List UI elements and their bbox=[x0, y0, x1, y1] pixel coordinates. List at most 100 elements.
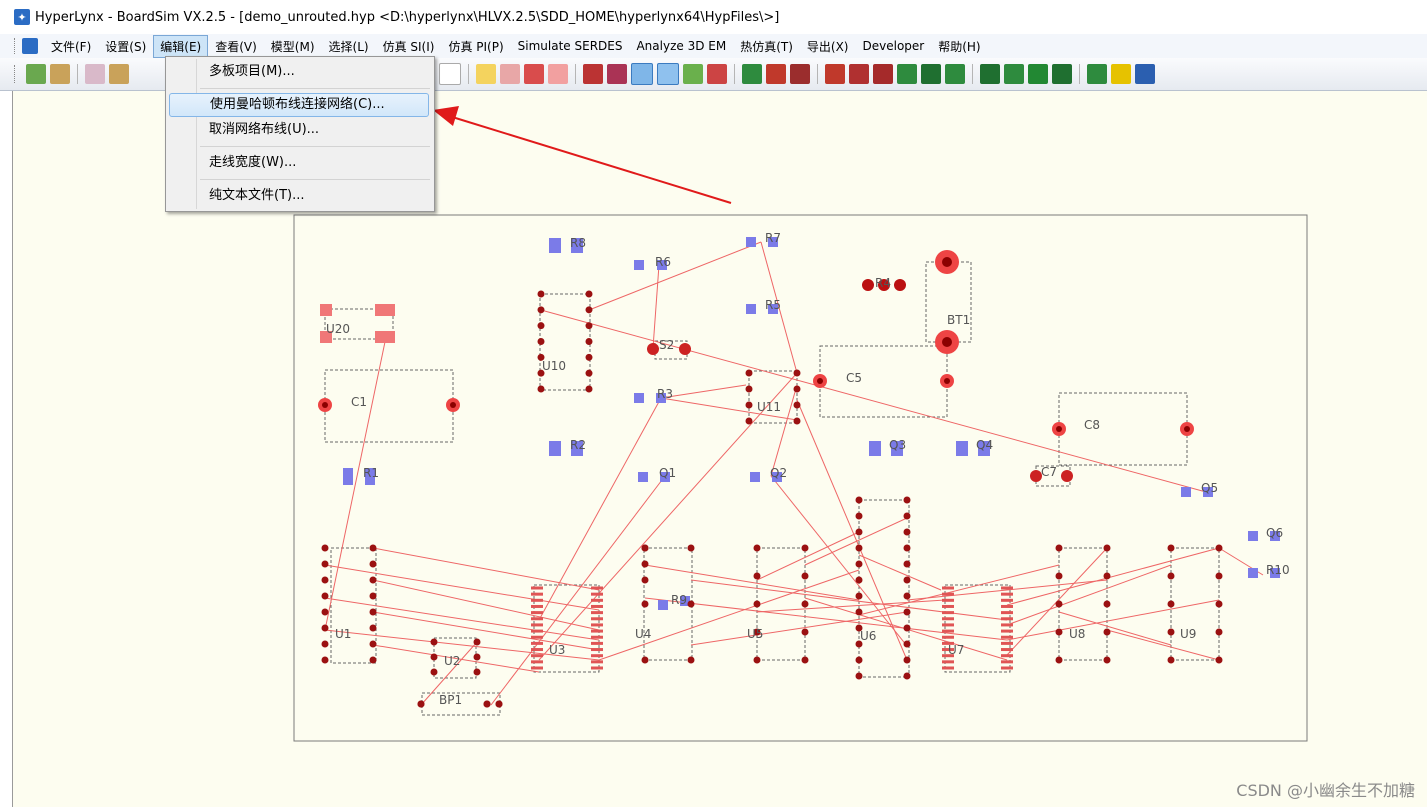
decap-icon[interactable] bbox=[849, 64, 869, 84]
channel-icon[interactable] bbox=[1004, 64, 1024, 84]
em-3d-icon[interactable] bbox=[1087, 64, 1107, 84]
label-S2: S2 bbox=[659, 338, 674, 352]
pin-pad bbox=[585, 322, 593, 330]
current-density-icon[interactable] bbox=[921, 64, 941, 84]
menu-edit[interactable]: 编辑(E) bbox=[153, 34, 209, 58]
dropdown-unroute-nets[interactable]: 取消网络布线(U)... bbox=[169, 118, 429, 142]
more-tools-icon[interactable] bbox=[1135, 64, 1155, 84]
dropdown-multiboard-project[interactable]: 多板项目(M)... bbox=[169, 60, 429, 84]
toolbar-separator bbox=[734, 64, 735, 84]
menu-select[interactable]: 选择(L) bbox=[322, 35, 376, 58]
smt-pad bbox=[942, 635, 954, 639]
menu-thermal[interactable]: 热仿真(T) bbox=[733, 35, 800, 58]
label-R6: R6 bbox=[655, 255, 671, 269]
pin-pad bbox=[855, 496, 863, 504]
smt-pad bbox=[531, 623, 543, 627]
coupling-icon[interactable] bbox=[607, 64, 627, 84]
wave-icon[interactable] bbox=[548, 64, 568, 84]
pin-pad bbox=[855, 512, 863, 520]
pin-pad bbox=[321, 560, 329, 568]
blank-page-icon[interactable] bbox=[439, 63, 461, 85]
pin-pad bbox=[745, 369, 753, 377]
ratsnest-lines bbox=[324, 241, 1264, 706]
menubar-grip[interactable] bbox=[14, 38, 18, 54]
pin-pad bbox=[321, 608, 329, 616]
folder-icon[interactable] bbox=[109, 64, 129, 84]
oscilloscope-icon[interactable] bbox=[657, 63, 679, 85]
pin-pad bbox=[903, 624, 911, 632]
document-menu-icon[interactable] bbox=[22, 38, 38, 54]
probe-net-icon[interactable] bbox=[524, 64, 544, 84]
pin-pad bbox=[855, 544, 863, 552]
smt-pad bbox=[591, 629, 603, 633]
pin-pad bbox=[1055, 544, 1063, 552]
board-wizard-icon[interactable] bbox=[683, 64, 703, 84]
menu-bar: 文件(F) 设置(S) 编辑(E) 查看(V) 模型(M) 选择(L) 仿真 S… bbox=[0, 34, 1427, 58]
pin-pad bbox=[585, 353, 593, 361]
plane-noise-icon[interactable] bbox=[873, 64, 893, 84]
pin-pad bbox=[903, 560, 911, 568]
pdn-icon[interactable] bbox=[825, 64, 845, 84]
print-icon[interactable] bbox=[85, 64, 105, 84]
dc-drop-icon[interactable] bbox=[897, 64, 917, 84]
pin-pad bbox=[903, 544, 911, 552]
sparams-icon[interactable] bbox=[1028, 64, 1048, 84]
menu-simulate-si[interactable]: 仿真 SI(I) bbox=[376, 35, 442, 58]
refdes-labels: U20 C1 U10 U11 C5 BT1 C8 C7 R8 R7 R6 R5 … bbox=[326, 231, 1290, 707]
pin-pad bbox=[1215, 572, 1223, 580]
pin-pad bbox=[745, 417, 753, 425]
menu-file[interactable]: 文件(F) bbox=[44, 35, 98, 58]
pin-pad bbox=[903, 608, 911, 616]
serdes-icon[interactable] bbox=[980, 64, 1000, 84]
pin-pad bbox=[537, 385, 545, 393]
ami-icon[interactable] bbox=[1052, 64, 1072, 84]
menu-export[interactable]: 导出(X) bbox=[800, 35, 856, 58]
pin-pad bbox=[903, 672, 911, 680]
menu-developer[interactable]: Developer bbox=[856, 36, 932, 56]
smt-pad bbox=[591, 635, 603, 639]
stackup-icon[interactable] bbox=[583, 64, 603, 84]
pin-pad bbox=[321, 640, 329, 648]
smt-pad bbox=[1001, 592, 1013, 596]
thermal-icon[interactable] bbox=[945, 64, 965, 84]
menu-analyze-3d-em[interactable]: Analyze 3D EM bbox=[629, 36, 733, 56]
menu-view[interactable]: 查看(V) bbox=[208, 35, 264, 58]
pin-pad bbox=[855, 672, 863, 680]
smt-pad bbox=[591, 617, 603, 621]
toolbar-grip[interactable] bbox=[14, 65, 18, 83]
menu-setup[interactable]: 设置(S) bbox=[98, 35, 153, 58]
menu-simulate-serdes[interactable]: Simulate SERDES bbox=[511, 36, 630, 56]
menu-models[interactable]: 模型(M) bbox=[264, 35, 322, 58]
pin-pad bbox=[753, 600, 761, 608]
pin-pad bbox=[1103, 600, 1111, 608]
menu-simulate-pi[interactable]: 仿真 PI(P) bbox=[441, 35, 510, 58]
pin-pad bbox=[903, 496, 911, 504]
open-board-icon[interactable] bbox=[26, 64, 46, 84]
report-icon[interactable] bbox=[790, 64, 810, 84]
pin-pad bbox=[369, 560, 377, 568]
pin-pad bbox=[1103, 628, 1111, 636]
dropdown-trace-width[interactable]: 走线宽度(W)... bbox=[169, 151, 429, 175]
capacitor-pads bbox=[318, 250, 1194, 482]
eye-diagram-icon[interactable] bbox=[766, 64, 786, 84]
crosstalk-icon[interactable] bbox=[707, 64, 727, 84]
waveform-net-icon[interactable] bbox=[500, 64, 520, 84]
smt-pad bbox=[942, 598, 954, 602]
batch-sim-icon[interactable] bbox=[742, 64, 762, 84]
pin-pad bbox=[369, 544, 377, 552]
pin-pad bbox=[585, 338, 593, 345]
label-U20: U20 bbox=[326, 322, 350, 336]
dropdown-manhattan-connect[interactable]: 使用曼哈顿布线连接网络(C)... bbox=[169, 93, 429, 117]
smt-pad bbox=[1001, 629, 1013, 633]
pin-pad bbox=[369, 592, 377, 600]
smt-pad bbox=[531, 586, 543, 590]
smt-pad bbox=[591, 660, 603, 664]
pin-pad bbox=[687, 656, 695, 664]
smt-pad bbox=[531, 598, 543, 602]
open-file-icon[interactable] bbox=[50, 64, 70, 84]
dropdown-plain-text-file[interactable]: 纯文本文件(T)... bbox=[169, 184, 429, 208]
yellow-wave-icon[interactable] bbox=[1111, 64, 1131, 84]
net-icon[interactable] bbox=[476, 64, 496, 84]
terminator-icon[interactable] bbox=[631, 63, 653, 85]
menu-help[interactable]: 帮助(H) bbox=[931, 35, 987, 58]
